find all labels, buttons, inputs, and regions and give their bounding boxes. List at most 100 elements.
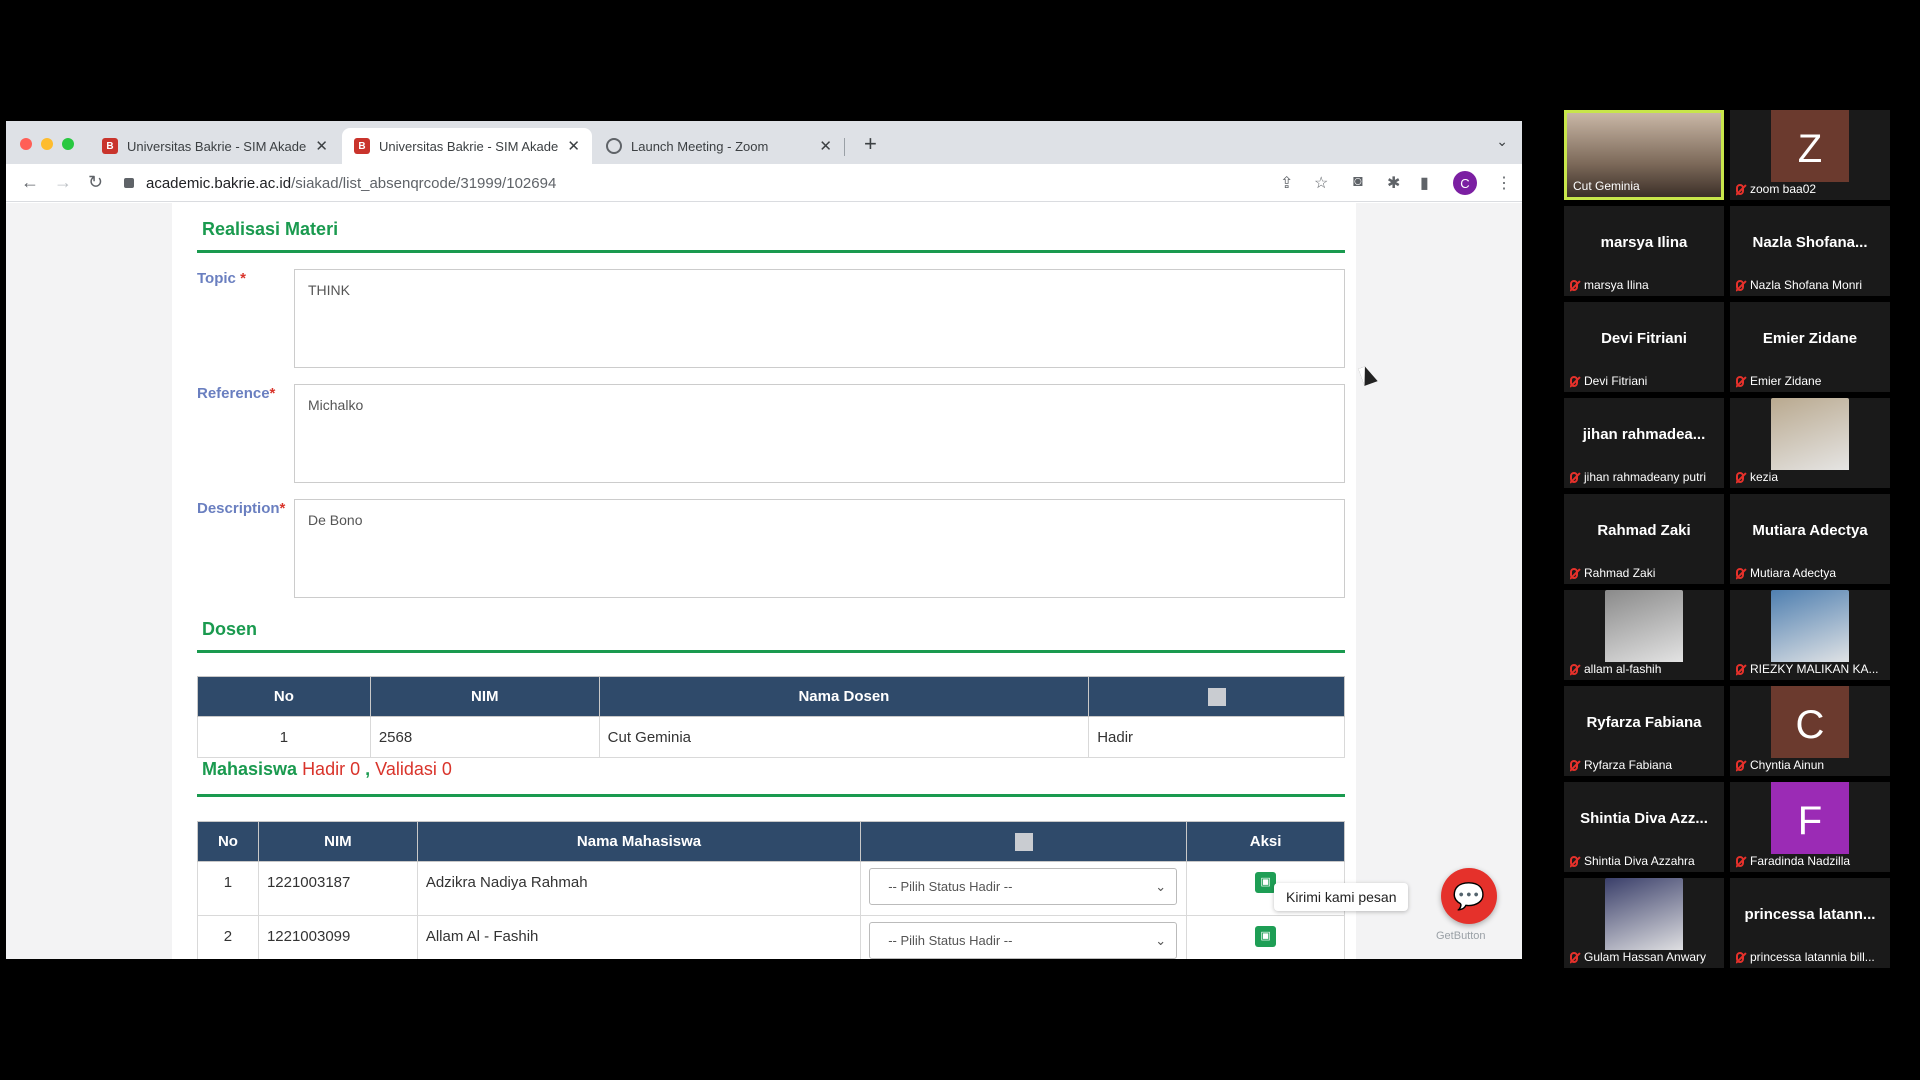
participant-tile[interactable]: Rahmad Zaki Rahmad Zaki (1564, 494, 1724, 584)
table-row: 1 2568 Cut Geminia Hadir (197, 716, 1345, 758)
validasi-label: Validasi (375, 759, 437, 779)
profile-avatar[interactable]: C (1453, 171, 1477, 195)
tab-zoom-launch[interactable]: Launch Meeting - Zoom ✕ (594, 128, 844, 164)
reference-textarea[interactable]: Michalko (294, 384, 1345, 483)
muted-mic-icon (1570, 471, 1578, 483)
participant-name: kezia (1750, 470, 1779, 484)
select-all-checkbox[interactable] (1014, 832, 1033, 851)
muted-mic-icon (1736, 663, 1744, 675)
close-window-button[interactable] (20, 138, 32, 150)
participant-tile[interactable]: Nazla Shofana... Nazla Shofana Monri (1730, 206, 1890, 296)
side-panel-icon[interactable]: ▮ (1420, 173, 1429, 193)
forward-icon[interactable]: → (54, 172, 72, 193)
back-icon[interactable]: ← (21, 172, 39, 193)
participant-caption: jihan rahmadeany putri (1570, 470, 1720, 484)
participant-tile[interactable]: Shintia Diva Azz... Shintia Diva Azzahra (1564, 782, 1724, 872)
participant-name: marsya Ilina (1584, 278, 1649, 292)
separator: , (365, 759, 371, 779)
url-path: /siakad/list_absenqrcode/31999/102694 (291, 174, 557, 192)
participant-tile[interactable]: kezia (1730, 398, 1890, 488)
address-bar[interactable]: academic.bakrie.ac.id/siakad/list_absenq… (124, 167, 1359, 199)
cell-no: 2 (197, 915, 259, 959)
dosen-table: No NIM Nama Dosen 1 2568 Cut Geminia Had… (197, 676, 1345, 758)
participant-name: Rahmad Zaki (1584, 566, 1656, 580)
share-icon[interactable]: ⇪ (1280, 173, 1293, 193)
url-host: academic.bakrie.ac.id (146, 174, 292, 192)
tab-sim-akademik-2[interactable]: B Universitas Bakrie - SIM Akade ✕ (342, 128, 592, 164)
tab-title: Launch Meeting - Zoom (631, 138, 769, 154)
mahasiswa-label: Mahasiswa (202, 759, 298, 779)
col-aksi: Aksi (1186, 821, 1345, 862)
participant-tile[interactable]: C Chyntia Ainun (1730, 686, 1890, 776)
col-no: No (197, 821, 259, 862)
bookmark-star-icon[interactable]: ☆ (1314, 173, 1328, 193)
cell-no: 1 (197, 861, 259, 916)
participant-tile[interactable]: marsya Ilina marsya Ilina (1564, 206, 1724, 296)
participant-name: princessa latannia bill... (1750, 950, 1875, 964)
new-tab-button[interactable]: + (864, 131, 877, 157)
participant-tile[interactable]: Gulam Hassan Anwary (1564, 878, 1724, 968)
status-hadir-select[interactable]: -- Pilih Status Hadir -- ⌄ (869, 922, 1178, 959)
select-placeholder: -- Pilih Status Hadir -- (888, 933, 1013, 948)
topic-label: Topic * (197, 270, 246, 287)
save-icon[interactable]: ▣ (1255, 926, 1277, 947)
participant-photo (1730, 398, 1890, 470)
cell-no: 1 (197, 716, 371, 758)
participant-name: zoom baa02 (1750, 182, 1817, 196)
lock-icon (124, 178, 134, 188)
participant-tile[interactable]: Cut Geminia (1564, 110, 1724, 200)
select-all-checkbox[interactable] (1207, 687, 1226, 706)
table-row: 2 1221003099 Allam Al - Fashih -- Pilih … (197, 915, 1345, 959)
col-no: No (197, 676, 371, 717)
description-textarea[interactable]: De Bono (294, 499, 1345, 598)
tab-search-chevron-icon[interactable]: ⌄ (1496, 133, 1508, 150)
minimize-window-button[interactable] (41, 138, 53, 150)
col-status (1088, 676, 1345, 717)
more-menu-icon[interactable]: ⋮ (1496, 173, 1512, 193)
participant-tile[interactable]: Zzoom baa02 (1730, 110, 1890, 200)
chat-bubble-icon[interactable]: 💬 (1441, 868, 1497, 924)
participant-tile[interactable]: princessa latann... princessa latannia bi… (1730, 878, 1890, 968)
mahasiswa-title: Mahasiswa Hadir 0 , Validasi 0 (202, 759, 452, 780)
muted-mic-icon (1736, 279, 1744, 291)
close-icon[interactable]: ✕ (315, 137, 328, 155)
participant-tile[interactable]: Ryfarza Fabiana Ryfarza Fabiana (1564, 686, 1724, 776)
maximize-window-button[interactable] (62, 138, 74, 150)
avatar-letter: C (1771, 686, 1849, 758)
tab-sim-akademik-1[interactable]: B Universitas Bakrie - SIM Akade ✕ (90, 128, 340, 164)
save-icon[interactable]: ▣ (1255, 872, 1277, 893)
participant-caption: allam al-fashih (1570, 662, 1720, 676)
chat-tooltip[interactable]: Kirimi kami pesan (1274, 883, 1409, 911)
section-divider (197, 650, 1345, 653)
participant-display-name: jihan rahmadea... (1582, 425, 1706, 443)
participant-name: Faradinda Nadzilla (1750, 854, 1851, 868)
participant-avatar: C (1730, 686, 1890, 758)
participant-tile[interactable]: F Faradinda Nadzilla (1730, 782, 1890, 872)
participant-tile[interactable]: allam al-fashih (1564, 590, 1724, 680)
profile-photo (1605, 590, 1683, 662)
participant-caption: Chyntia Ainun (1736, 758, 1886, 772)
camera-icon[interactable]: ◙ (1353, 173, 1363, 191)
muted-mic-icon (1736, 183, 1744, 195)
participant-tile[interactable]: Mutiara Adectya Mutiara Adectya (1730, 494, 1890, 584)
participant-tile[interactable]: RIEZKY MALIKAN KA... (1730, 590, 1890, 680)
reference-label: Reference* (197, 385, 276, 402)
cell-aksi: ▣ (1186, 915, 1345, 959)
col-nim: NIM (257, 821, 418, 862)
reload-icon[interactable]: ↻ (88, 172, 103, 193)
participant-caption: Shintia Diva Azzahra (1570, 854, 1720, 868)
status-hadir-select[interactable]: -- Pilih Status Hadir -- ⌄ (869, 868, 1178, 905)
extensions-icon[interactable]: ✱ (1387, 173, 1400, 193)
col-status (860, 821, 1188, 862)
participant-tile[interactable]: Devi Fitriani Devi Fitriani (1564, 302, 1724, 392)
participant-tile[interactable]: Emier Zidane Emier Zidane (1730, 302, 1890, 392)
participant-caption: Devi Fitriani (1570, 374, 1720, 388)
participant-tile[interactable]: jihan rahmadea... jihan rahmadeany putri (1564, 398, 1724, 488)
topic-textarea[interactable]: THINK (294, 269, 1345, 368)
col-nama-dosen: Nama Dosen (598, 676, 1090, 717)
muted-mic-icon (1570, 375, 1578, 387)
participant-name: Mutiara Adectya (1750, 566, 1837, 580)
realisasi-title: Realisasi Materi (202, 219, 339, 239)
close-icon[interactable]: ✕ (567, 137, 580, 155)
close-icon[interactable]: ✕ (819, 137, 832, 155)
